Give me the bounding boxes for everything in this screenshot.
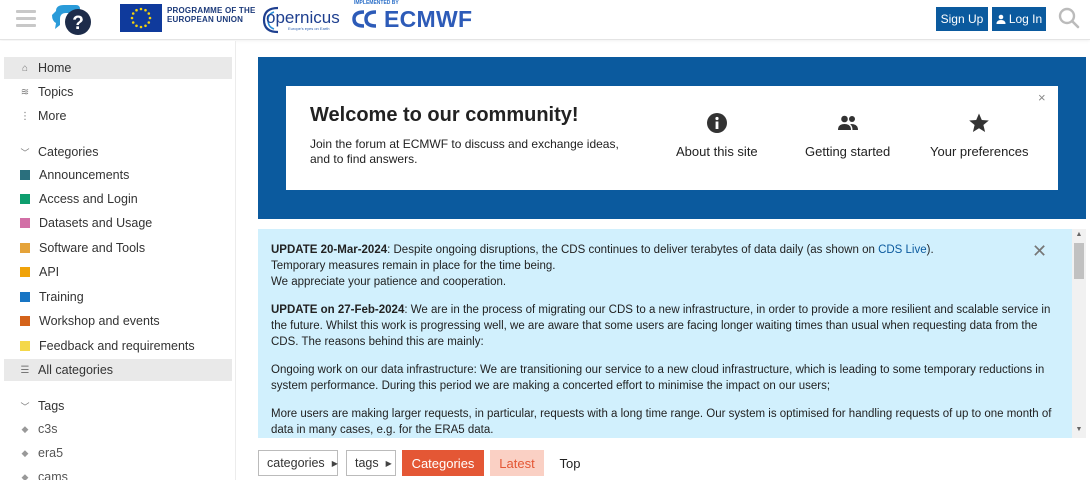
sidebar-category[interactable]: Workshop and events <box>4 310 232 332</box>
info-icon <box>706 113 727 133</box>
site-header: ? PROGRAMME OF THE EUROPEAN UNION operni… <box>0 0 1090 40</box>
categories-section-header[interactable]: ﹀ Categories <box>4 141 232 163</box>
tab-top[interactable]: Top <box>550 450 590 476</box>
list-icon: ☰ <box>20 364 30 376</box>
sidebar-item-topics[interactable]: ≋ Topics <box>4 81 232 103</box>
chevron-down-icon: ﹀ <box>20 147 30 158</box>
getting-started-link[interactable]: Getting started <box>805 112 890 172</box>
tags-section-header[interactable]: ﹀ Tags <box>4 395 232 417</box>
scroll-up-icon[interactable]: ▲ <box>1072 231 1086 238</box>
scroll-down-icon[interactable]: ▼ <box>1072 426 1086 433</box>
eu-programme-text: PROGRAMME OF THE EUROPEAN UNION <box>167 6 256 24</box>
welcome-description: Join the forum at ECMWF to discuss and e… <box>310 137 619 166</box>
sidebar-category[interactable]: Feedback and requirements <box>4 335 232 357</box>
tags-filter-dropdown[interactable]: tags ▶ <box>346 450 396 476</box>
sidebar-tag[interactable]: ◆ era5 <box>4 442 232 464</box>
sidebar-category[interactable]: Announcements <box>4 164 232 186</box>
notice-paragraph: UPDATE on 27-Feb-2024: We are in the pro… <box>271 304 1051 348</box>
scrollbar-thumb[interactable] <box>1074 243 1084 279</box>
caret-right-icon: ▶ <box>385 458 392 468</box>
hamburger-menu-icon[interactable] <box>16 10 36 28</box>
sign-up-button[interactable]: Sign Up <box>936 7 988 31</box>
tag-icon: ◆ <box>21 447 29 458</box>
svg-text:?: ? <box>72 13 84 34</box>
category-color-badge <box>20 316 30 326</box>
eu-flag-icon <box>120 4 162 32</box>
welcome-card: Welcome to our community! Join the forum… <box>286 86 1058 190</box>
categories-filter-dropdown[interactable]: categories ▶ <box>258 450 338 476</box>
cds-live-link[interactable]: CDS Live <box>878 244 927 256</box>
sidebar-category[interactable]: Training <box>4 286 232 308</box>
search-icon[interactable] <box>1058 7 1080 29</box>
category-color-badge <box>20 341 30 351</box>
users-icon <box>837 115 858 130</box>
sidebar-category[interactable]: Software and Tools <box>4 237 232 259</box>
home-icon: ⌂ <box>21 62 29 74</box>
category-color-badge <box>20 218 30 228</box>
log-in-button[interactable]: Log In <box>992 7 1046 31</box>
copernicus-name: opernicus <box>266 8 340 27</box>
sidebar-category[interactable]: Access and Login <box>4 188 232 210</box>
sidebar-item-all-categories[interactable]: ☰ All categories <box>4 359 232 381</box>
topics-icon: ≋ <box>20 86 30 98</box>
star-icon <box>969 113 990 132</box>
ecmwf-mark-icon <box>352 10 377 28</box>
category-color-badge <box>20 243 30 253</box>
ecmwf-logo[interactable]: ECMWF <box>352 5 473 32</box>
tag-icon: ◆ <box>21 423 29 434</box>
tab-latest[interactable]: Latest <box>490 450 544 476</box>
global-notice: ✕ UPDATE 20-Mar-2024: Despite ongoing di… <box>258 229 1072 438</box>
sidebar: ⌂ Home ≋ Topics ⋮ More ﹀ Categories Anno… <box>0 41 236 480</box>
notice-paragraph: UPDATE 20-Mar-2024: Despite ongoing disr… <box>271 244 934 288</box>
copernicus-tagline: Europe's eyes on Earth <box>288 26 330 31</box>
tag-icon: ◆ <box>21 471 29 480</box>
category-color-badge <box>20 292 30 302</box>
sidebar-category[interactable]: Datasets and Usage <box>4 212 232 234</box>
chevron-down-icon: ﹀ <box>20 401 30 412</box>
forum-logo-icon[interactable]: ? <box>52 3 96 36</box>
notice-paragraph: Ongoing work on our data infrastructure:… <box>271 364 1045 392</box>
notice-paragraph: More users are making larger requests, i… <box>271 408 1052 436</box>
category-color-badge <box>20 194 30 204</box>
sidebar-item-more[interactable]: ⋮ More <box>4 105 232 127</box>
sidebar-item-home[interactable]: ⌂ Home <box>4 57 232 79</box>
your-preferences-link[interactable]: Your preferences <box>930 112 1029 172</box>
category-color-badge <box>20 170 30 180</box>
more-icon: ⋮ <box>20 110 30 122</box>
sidebar-tag[interactable]: ◆ c3s <box>4 418 232 440</box>
sidebar-category[interactable]: API <box>4 261 232 283</box>
welcome-title: Welcome to our community! <box>310 104 579 126</box>
notice-scrollbar[interactable]: ▲ ▼ <box>1072 229 1086 438</box>
sidebar-tag[interactable]: ◆ cams <box>4 466 232 480</box>
ecmwf-name: ECMWF <box>384 5 473 32</box>
about-site-link[interactable]: About this site <box>676 112 758 172</box>
category-color-badge <box>20 267 30 277</box>
tab-categories[interactable]: Categories <box>402 450 484 476</box>
caret-right-icon: ▶ <box>331 458 338 468</box>
log-in-label: Log In <box>1008 12 1043 26</box>
close-icon[interactable]: × <box>1038 90 1046 105</box>
user-icon <box>996 14 1006 24</box>
